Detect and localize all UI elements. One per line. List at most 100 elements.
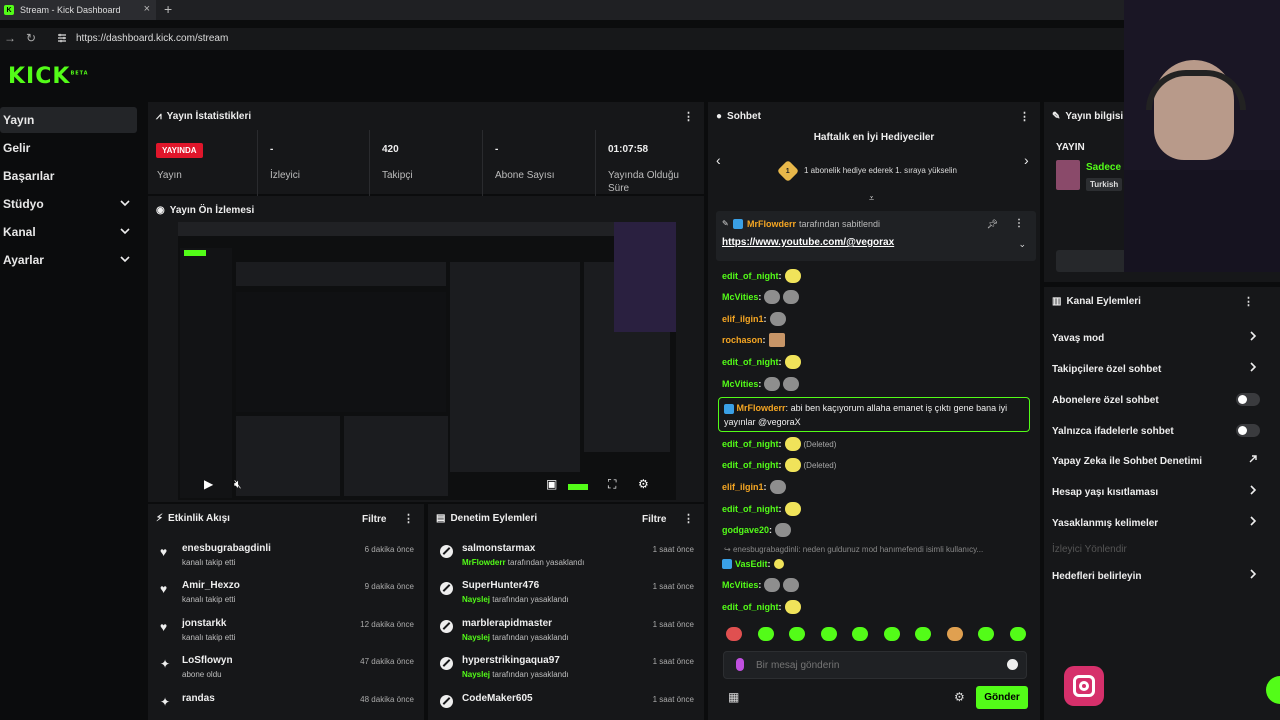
channel-action-ai-moderation[interactable]: Yapay Zeka ile Sohbet Denetimi [1052,450,1262,472]
channel-action-goals[interactable]: Hedefleri belirleyin [1052,565,1262,587]
reload-icon[interactable]: ↻ [26,31,36,45]
emote-icon[interactable] [915,627,932,641]
kebab-menu-icon[interactable]: ⋮ [683,110,694,123]
chevron-down-icon[interactable]: ⌄ [1018,239,1026,250]
reply-arrow-icon: ↪ [724,545,733,554]
sidebar-item-ayarlar[interactable]: Ayarlar [0,247,137,273]
emote-icon[interactable] [757,627,774,641]
channel-action-followers-only[interactable]: Takipçilere özel sohbet [1052,358,1262,380]
sidebar-item-gelir[interactable]: Gelir [0,135,137,161]
chat-username[interactable]: godgave20 [722,525,769,535]
activity-user[interactable]: LoSflowyn [182,655,233,666]
emote-icon[interactable] [946,627,963,641]
kebab-menu-icon[interactable]: ⋮ [403,512,414,525]
chat-username[interactable]: MrFlowderr [737,403,786,413]
settings-gear-icon[interactable]: ⚙ [638,477,649,491]
sidebar-item-yayin[interactable]: Yayın [0,107,137,133]
emote-icon[interactable] [820,627,837,641]
emoji-picker-icon[interactable] [1007,659,1018,670]
emote-icon[interactable] [726,627,742,641]
emote-icon[interactable] [883,627,900,641]
kebab-menu-icon[interactable]: ⋮ [683,512,694,525]
mic-icon [736,658,744,671]
channel-action-account-age[interactable]: Hesap yaşı kısıtlaması [1052,481,1262,503]
banned-user[interactable]: marblerapidmaster [462,618,552,629]
activity-filter-button[interactable]: Filtre [362,514,386,525]
subscribers-only-toggle[interactable] [1236,393,1260,406]
chat-username[interactable]: McVities [722,580,758,590]
pip-icon[interactable]: ▣ [546,477,557,491]
chat-username[interactable]: edit_of_night [722,460,779,470]
chat-username[interactable]: McVities [722,379,758,389]
category-name[interactable]: Sadece [1086,162,1121,173]
chat-username[interactable]: edit_of_night [722,504,779,514]
moderator-name[interactable]: Nayslej [462,633,490,642]
sidebar-item-studyo[interactable]: Stüdyo [0,191,137,217]
emote-icon[interactable] [978,627,995,641]
banned-user[interactable]: CodeMaker605 [462,693,533,704]
activity-user[interactable]: jonstarkk [182,618,226,629]
chat-username[interactable]: VasEdit [735,559,768,569]
document-icon: ▤ [436,512,446,524]
pinned-link[interactable]: https://www.youtube.com/@vegorax [722,237,894,248]
pinned-by-user[interactable]: MrFlowderr [747,219,796,229]
activity-user[interactable]: randas [182,693,215,704]
preview-title: Yayın Ön İzlemesi [169,204,255,216]
banned-user[interactable]: salmonstarmax [462,543,535,554]
chat-username[interactable]: elif_ilgin1 [722,482,764,492]
emote-icon[interactable] [852,627,869,641]
banned-user[interactable]: SuperHunter476 [462,580,539,591]
kebab-menu-icon[interactable]: ⋮ [1019,110,1030,123]
stat-label: İzleyici [270,170,301,181]
emote-icon[interactable] [789,627,806,641]
stream-preview-video[interactable] [178,222,676,500]
stat-label: Abone Sayısı [495,170,555,181]
emote-icon[interactable] [1009,627,1026,641]
chat-username[interactable]: McVities [722,292,758,302]
emote-only-toggle[interactable] [1236,424,1260,437]
activity-user[interactable]: enesbugrabagdinli [182,543,271,554]
chat-username[interactable]: edit_of_night [722,602,779,612]
chat-username[interactable]: edit_of_night [722,271,779,281]
play-icon[interactable]: ▶ [204,477,213,491]
activity-user[interactable]: Amir_Hexzo [182,580,240,591]
fullscreen-icon[interactable]: ⛶ [608,477,616,492]
mute-icon[interactable]: 🔇︎ [234,477,242,492]
new-tab-button[interactable]: + [164,1,172,17]
url-text[interactable]: https://dashboard.kick.com/stream [76,33,228,44]
tab-close-icon[interactable]: × [144,3,150,15]
browser-tab[interactable]: K Stream - Kick Dashboard × [0,0,156,20]
back-icon[interactable]: → [4,31,16,45]
chat-input-box[interactable] [723,651,1027,679]
moderation-filter-button[interactable]: Filtre [642,514,666,525]
kebab-menu-icon[interactable]: ⋮ [1243,295,1254,308]
moderator-name[interactable]: Nayslej [462,670,490,679]
channel-action-slow-mode[interactable]: Yavaş mod [1052,327,1262,349]
channel-action-banned-words[interactable]: Yasaklanmış kelimeler [1052,512,1262,534]
moderator-name[interactable]: Nayslej [462,595,490,604]
scroll-down-icon[interactable]: ⩡ [869,193,874,204]
site-settings-icon[interactable] [56,32,68,44]
sidebar-item-label: Kanal [3,225,36,239]
chat-message-input[interactable] [756,657,996,673]
colon-text: : [778,602,782,612]
unpin-icon[interactable]: 📌︎ [987,219,998,230]
moderator-name[interactable]: MrFlowderr [462,558,506,567]
chat-username[interactable]: elif_ilgin1 [722,314,764,324]
star-icon: ✦ [160,657,171,671]
sidebar-item-kanal[interactable]: Kanal [0,219,137,245]
kick-logo[interactable]: KICKBETA [8,64,89,89]
settings-gear-icon[interactable]: ⚙ [954,690,965,704]
chevron-right-icon[interactable]: › [1024,152,1029,168]
chat-username[interactable]: edit_of_night [722,439,779,449]
chat-username[interactable]: rochason [722,335,763,345]
chat-username[interactable]: edit_of_night [722,357,779,367]
kebab-menu-icon[interactable]: ⋮ [1014,218,1024,229]
send-button[interactable]: Gönder [976,686,1028,709]
reply-preview[interactable]: ↪ enesbugrabagdinli: neden guldunuz mod … [724,545,1024,554]
banned-user[interactable]: hyperstrikingaqua97 [462,655,560,666]
chevron-left-icon[interactable]: ‹ [716,152,721,168]
emote-icon [783,377,800,391]
sidebar-item-basarilar[interactable]: Başarılar [0,163,137,189]
gift-icon[interactable]: ▦ [728,690,739,704]
